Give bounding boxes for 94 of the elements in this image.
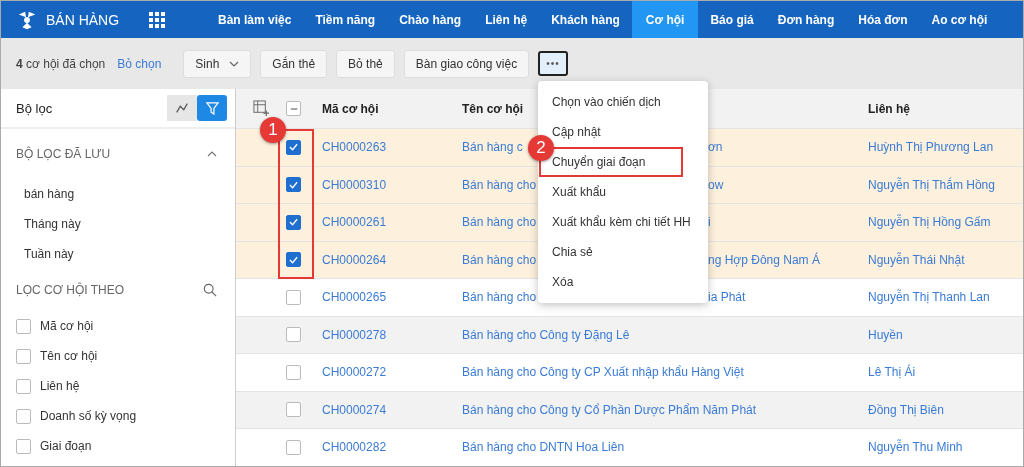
nav-tab[interactable]: Tiềm năng (303, 1, 388, 38)
filter-field-label: Giai đoạn (40, 439, 92, 453)
checkbox[interactable] (16, 408, 31, 424)
select-all-checkbox[interactable] (286, 101, 301, 116)
opportunity-code-link[interactable]: CH0000263 (322, 140, 387, 155)
row-checkbox[interactable] (286, 289, 301, 305)
opportunity-code-link[interactable]: CH0000282 (322, 440, 387, 455)
filter-icon (204, 100, 220, 116)
opportunity-name-link[interactable]: Bán hàng cho DNTN Hoa Liên (462, 440, 625, 455)
add-column-icon[interactable] (252, 100, 270, 117)
opportunity-name-link[interactable]: ia Phát (708, 290, 746, 305)
row-checkbox[interactable] (286, 402, 301, 418)
column-header: Liên hệ (868, 101, 910, 116)
checkbox[interactable] (16, 318, 31, 334)
section-title: LỌC CƠ HỘI THEO (16, 283, 125, 297)
apps-grid-icon[interactable] (149, 11, 166, 28)
opportunity-code-link[interactable]: CH0000310 (322, 177, 387, 192)
saved-filter-item[interactable]: Tháng này (16, 209, 217, 239)
contact-link[interactable]: Huỳnh Thị Phương Lan (868, 140, 994, 155)
opportunity-code-link[interactable]: CH0000274 (322, 402, 387, 417)
toolbar-button[interactable]: Bàn giao công việc (403, 49, 530, 78)
contact-link[interactable]: Nguyễn Thị Hồng Gấm (868, 215, 991, 230)
opportunity-name-link[interactable]: i (708, 215, 711, 230)
nav-tab[interactable]: Ao cơ hội (919, 1, 1000, 38)
chart-view-button[interactable] (167, 95, 197, 121)
filter-field-label: Liên hệ (40, 379, 80, 393)
checkbox[interactable] (16, 438, 31, 454)
contact-link[interactable]: Lê Thị Ái (868, 365, 916, 380)
menu-item[interactable]: Chia sẻ (552, 244, 593, 260)
line-chart-icon (175, 101, 189, 115)
caret-icon (229, 60, 240, 67)
row-checkbox[interactable] (286, 327, 301, 343)
opportunity-name-link[interactable]: ng Hợp Đông Nam Á (708, 252, 820, 267)
chevron-up-icon[interactable] (207, 151, 217, 157)
menu-item[interactable]: Xuất khẩu kèm chi tiết HH (552, 214, 691, 230)
contact-link[interactable]: Huyền (868, 327, 903, 342)
filter-field-label: Mã cơ hội (40, 319, 94, 333)
opportunity-name-link[interactable]: Bán hàng cho Công ty CP Xuất nhập khẩu Hàng Việt (462, 365, 744, 380)
opportunity-code-link[interactable]: CH0000264 (322, 252, 387, 267)
saved-filter-item[interactable]: Tuần này (16, 239, 217, 269)
opportunity-name-link[interactable]: Bán hàng cho Công ty Đặng Lê (462, 327, 630, 342)
column-header: Mã cơ hội (322, 101, 379, 116)
opportunity-code-link[interactable]: CH0000261 (322, 215, 387, 230)
dropdown-button[interactable]: Sinh (183, 49, 252, 78)
checkmark-icon (289, 143, 298, 152)
opportunity-name-link[interactable]: ơn (708, 140, 723, 155)
opportunity-code-link[interactable]: CH0000265 (322, 290, 387, 305)
nav-tab[interactable]: Hóa đơn (846, 1, 920, 38)
row-checkbox[interactable] (286, 439, 301, 455)
nav-tab[interactable]: Đơn hàng (765, 1, 847, 38)
filter-view-button[interactable] (197, 95, 227, 121)
opportunity-name-link[interactable]: ow (708, 177, 724, 192)
section-title: BỘ LỌC ĐÃ LƯU (16, 147, 111, 161)
toolbar-button[interactable]: Gắn thẻ (260, 49, 328, 78)
contact-link[interactable]: Đồng Thị Biên (868, 402, 944, 417)
saved-filter-item[interactable]: bán hàng (16, 179, 217, 209)
row-checkbox[interactable] (286, 364, 301, 380)
minus-icon (289, 107, 298, 110)
menu-item[interactable]: Xóa (552, 274, 574, 290)
nav-tab[interactable]: Bàn làm việc (206, 1, 304, 38)
row-checkbox[interactable] (286, 214, 301, 230)
nav-tab[interactable]: Chào hàng (387, 1, 474, 38)
opportunity-name-link[interactable]: Bán hàng cho Công ty Cổ Phần Dược Phẩm Năm Phát (462, 402, 757, 417)
opportunity-code-link[interactable]: CH0000278 (322, 327, 387, 342)
nav-tab[interactable]: Cơ hội (631, 1, 699, 38)
contact-link[interactable]: Nguyễn Thu Minh (868, 440, 963, 455)
filter-field-label: Doanh số kỳ vọng (40, 409, 137, 423)
checkbox[interactable] (16, 378, 31, 394)
clear-selection-link[interactable]: Bỏ chọn (117, 56, 162, 71)
app-title: BÁN HÀNG (46, 11, 120, 28)
nav-tab[interactable]: Khách hàng (539, 1, 632, 38)
row-checkbox[interactable] (286, 177, 301, 193)
menu-item[interactable]: Xuất khẩu (552, 184, 607, 200)
menu-item[interactable]: Cập nhật (552, 124, 601, 140)
toolbar-button[interactable]: Bỏ thẻ (336, 49, 395, 78)
row-checkbox[interactable] (286, 139, 301, 155)
checkmark-icon (289, 218, 298, 227)
contact-link[interactable]: Nguyễn Thị Thắm Hồng (868, 177, 995, 192)
filter-field-label: Tên cơ hội (40, 349, 98, 363)
opportunity-code-link[interactable]: CH0000272 (322, 365, 387, 380)
sidebar-title: Bộ lọc (16, 100, 53, 116)
checkmark-icon (289, 180, 298, 189)
column-header: Tên cơ hội (462, 101, 524, 116)
checkmark-icon (289, 255, 298, 264)
nav-tab[interactable]: Báo giá (698, 1, 766, 38)
row-checkbox[interactable] (286, 252, 301, 268)
contact-link[interactable]: Nguyễn Thị Thanh Lan (868, 290, 990, 305)
checkbox[interactable] (16, 348, 31, 364)
menu-item[interactable]: Chọn vào chiến dịch (552, 94, 661, 110)
selection-count: 4 cơ hội đã chọn (16, 56, 106, 71)
search-icon[interactable] (203, 283, 217, 297)
more-button[interactable]: ••• (538, 51, 568, 76)
contact-link[interactable]: Nguyễn Thái Nhật (868, 252, 965, 267)
nav-tab[interactable]: Liên hệ (473, 1, 540, 38)
